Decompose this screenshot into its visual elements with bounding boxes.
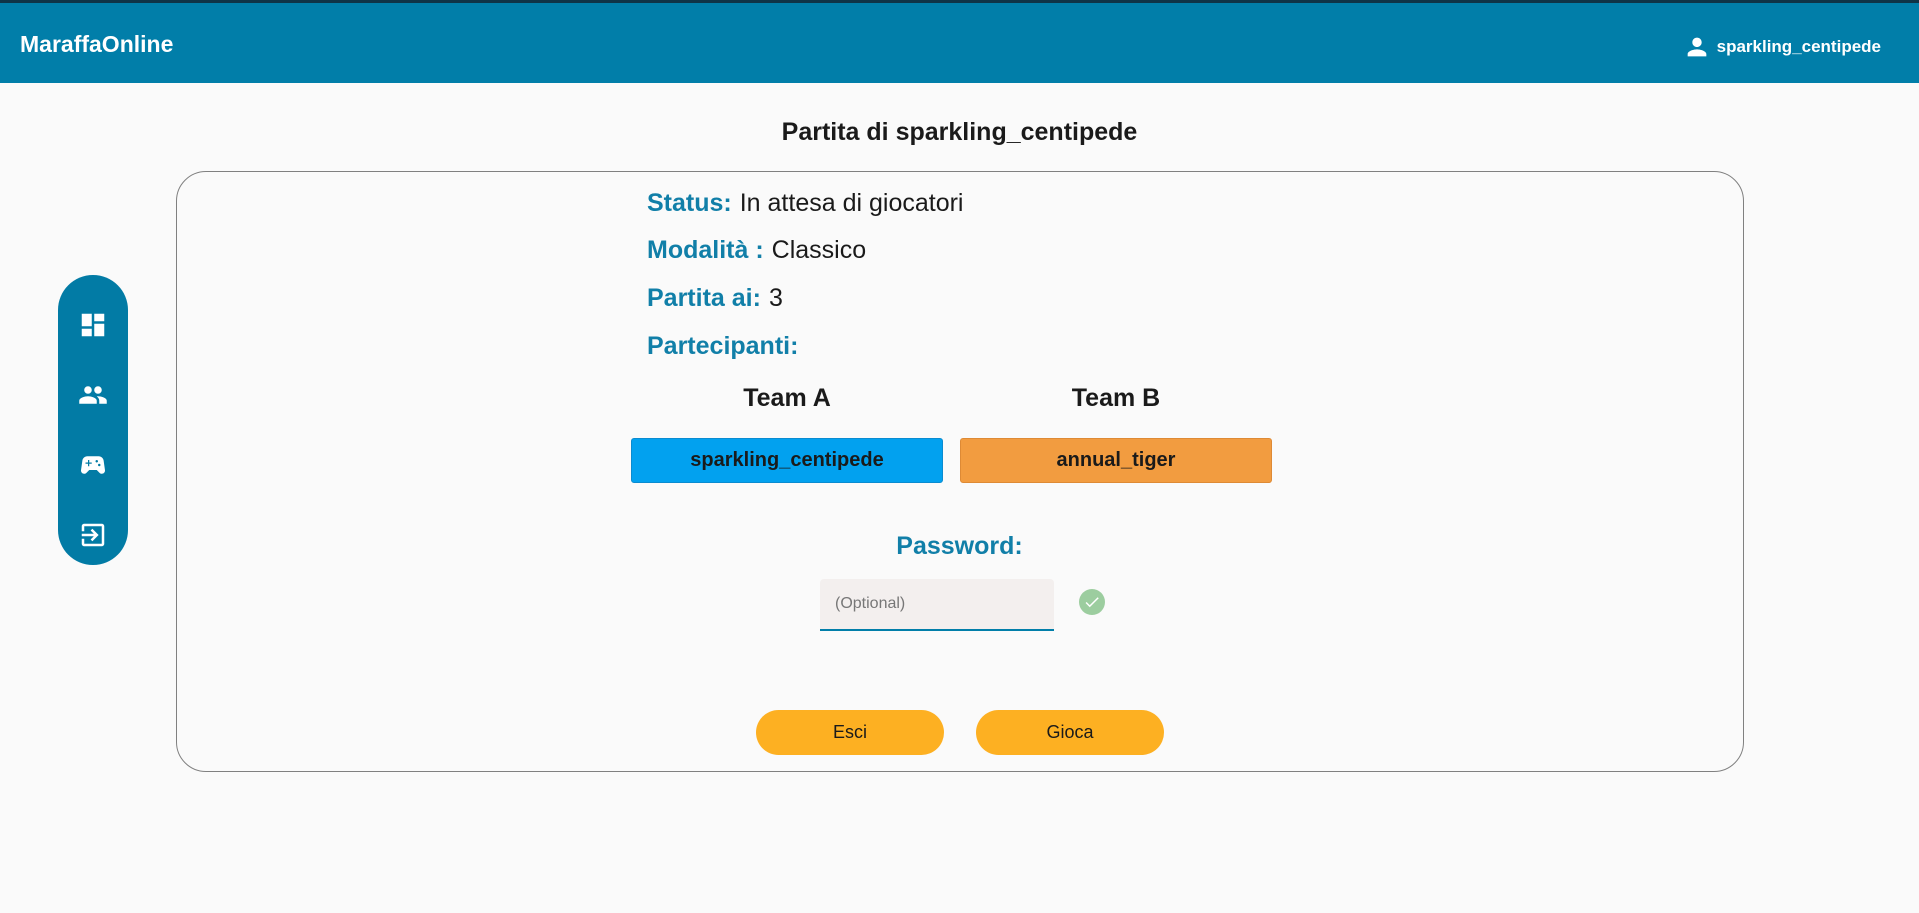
status-label: Status:: [647, 189, 732, 217]
participants-label: Partecipanti:: [647, 332, 799, 360]
points-value: 3: [768, 284, 783, 312]
exit-button[interactable]: Esci: [756, 710, 944, 755]
team-a-heading: Team A: [743, 384, 831, 412]
check-icon: [1085, 597, 1099, 608]
points-row: Partita ai: 3: [647, 284, 783, 313]
gamepad-icon: [80, 456, 106, 474]
points-label: Partita ai:: [647, 284, 761, 312]
page-title: Partita di sparkling_centipede: [781, 118, 1138, 146]
confirm-password-button[interactable]: [1079, 589, 1105, 615]
mode-value: Classico: [771, 236, 867, 264]
people-icon: [79, 386, 107, 404]
team-b-player-slot[interactable]: annual_tiger: [960, 438, 1272, 483]
mode-label: Modalità :: [647, 236, 764, 264]
sidebar-item-dashboard[interactable]: [75, 307, 111, 343]
password-input[interactable]: [820, 579, 1054, 631]
mode-row: Modalità : Classico: [647, 236, 866, 265]
participants-row: Partecipanti:: [647, 332, 798, 361]
username-label: sparkling_centipede: [1716, 37, 1881, 56]
person-icon: [1687, 37, 1706, 57]
team-b-heading: Team B: [1071, 384, 1161, 412]
play-button[interactable]: Gioca: [976, 710, 1164, 755]
user-menu[interactable]: sparkling_centipede: [1683, 33, 1881, 61]
top-app-bar: MaraffaOnline sparkling_centipede: [0, 0, 1919, 83]
sidebar-nav: [58, 275, 128, 565]
sidebar-item-friends[interactable]: [75, 377, 111, 413]
app-brand[interactable]: MaraffaOnline: [20, 31, 173, 58]
status-value: In attesa di giocatori: [739, 189, 964, 217]
sidebar-item-games[interactable]: [75, 447, 111, 483]
status-row: Status: In attesa di giocatori: [647, 189, 963, 218]
password-label: Password:: [896, 532, 1023, 560]
team-a-player-slot[interactable]: sparkling_centipede: [631, 438, 943, 483]
dashboard-icon: [81, 313, 105, 337]
